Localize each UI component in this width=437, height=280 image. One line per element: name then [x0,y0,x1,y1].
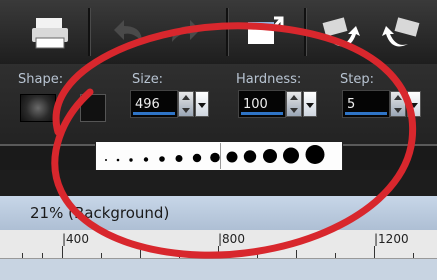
rotate-right-icon[interactable] [376,12,424,52]
brush-preset [192,153,202,163]
ruler-tick [413,253,414,258]
toolbar-separator [88,8,91,56]
hardness-spinner[interactable] [286,91,302,117]
brush-preset [175,155,183,162]
export-icon[interactable] [242,12,290,52]
document-title: 21% (Background) [30,204,170,222]
ruler-label: |1200 [374,232,409,246]
size-dropdown-button[interactable] [195,91,209,117]
hardness-label: Hardness: [236,72,302,87]
ruler-label: |800 [218,232,245,246]
horizontal-ruler: |400 |800 |1200 [0,230,437,259]
hardness-dropdown-button[interactable] [303,91,317,117]
brush-preset [243,150,257,163]
ruler-tick [101,253,102,258]
brush-preset [210,152,220,163]
brush-size-presets[interactable] [95,141,343,171]
step-spinner[interactable] [390,91,406,117]
ruler-tick [140,250,141,258]
ruler-label: |400 [62,232,89,246]
brush-options-bar: Shape: Size: 496 Hardness: 100 Step: 5 [0,64,437,144]
print-icon[interactable] [26,12,74,52]
redo-icon[interactable] [162,12,210,52]
brush-preset [143,157,149,162]
shape-hard-button[interactable] [80,94,106,122]
step-input[interactable]: 5 [342,90,390,118]
size-input[interactable]: 496 [130,90,178,118]
shape-soft-button[interactable] [20,94,56,122]
size-label: Size: [132,72,164,87]
ruler-tick [335,253,336,258]
ruler-tick [42,253,43,258]
ruler-tick [22,253,23,258]
brush-preset [263,149,277,163]
ruler-tick [257,253,258,258]
ruler-tick [296,250,297,258]
brush-preset [116,158,120,162]
brush-preset [283,147,299,164]
size-spinner[interactable] [178,91,194,117]
hardness-input[interactable]: 100 [238,90,286,118]
brush-preset [129,158,133,162]
toolbar-separator [304,8,307,56]
brush-preset [105,159,107,161]
shape-label: Shape: [18,72,64,87]
ruler-tick [218,246,219,258]
undo-icon[interactable] [104,12,152,52]
step-label: Step: [340,72,374,87]
ruler-tick [62,246,63,258]
brush-preset [305,145,325,164]
brush-preset [159,156,165,162]
document-window: 21% (Background) |400 |800 |1200 [0,170,437,280]
toolbar-separator [226,8,229,56]
ruler-tick [374,246,375,258]
canvas-area[interactable] [0,259,437,280]
rotate-left-icon[interactable] [318,12,366,52]
ruler-tick [179,253,180,258]
main-toolbar [0,0,437,64]
brush-preset [226,151,238,163]
document-titlebar[interactable]: 21% (Background) [0,196,437,230]
step-dropdown-button[interactable] [407,91,421,117]
